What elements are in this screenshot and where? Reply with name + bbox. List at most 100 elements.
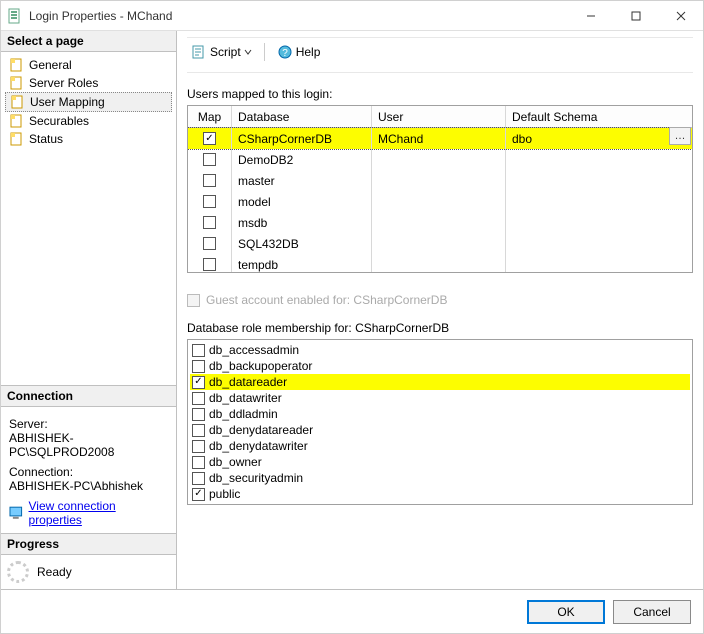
role-row[interactable]: db_accessadmin: [190, 342, 690, 358]
role-checkbox[interactable]: [192, 456, 205, 469]
role-row[interactable]: db_securityadmin: [190, 470, 690, 486]
cancel-button[interactable]: Cancel: [613, 600, 691, 624]
nav-securables[interactable]: Securables: [5, 112, 172, 130]
db-cell: SQL432DB: [232, 233, 372, 254]
role-checkbox[interactable]: [192, 360, 205, 373]
role-checkbox[interactable]: [192, 424, 205, 437]
map-checkbox[interactable]: [203, 153, 216, 166]
main-panel: Script ? Help Users mapped to this login…: [177, 31, 703, 589]
page-icon: [9, 131, 25, 147]
map-checkbox[interactable]: [203, 195, 216, 208]
page-list: General Server Roles User Mapping Secura…: [1, 52, 176, 152]
role-row[interactable]: db_denydatareader: [190, 422, 690, 438]
role-checkbox[interactable]: [192, 488, 205, 501]
role-name: db_accessadmin: [209, 343, 299, 357]
connection-label: Connection:: [9, 465, 168, 479]
dialog-footer: OK Cancel: [1, 589, 703, 633]
schema-cell: [506, 149, 692, 170]
window-title: Login Properties - MChand: [29, 9, 568, 23]
col-database[interactable]: Database: [232, 106, 372, 127]
script-button[interactable]: Script: [187, 42, 256, 62]
role-name: db_backupoperator: [209, 359, 312, 373]
close-button[interactable]: [658, 1, 703, 30]
guest-account-row: Guest account enabled for: CSharpCornerD…: [187, 293, 693, 307]
nav-general[interactable]: General: [5, 56, 172, 74]
login-properties-window: Login Properties - MChand Select a page …: [0, 0, 704, 634]
view-connection-link[interactable]: View connection properties: [29, 499, 168, 527]
mapping-row[interactable]: tempdb: [188, 254, 692, 273]
user-cell: [372, 254, 506, 273]
schema-cell: dbo: [506, 128, 692, 149]
nav-status[interactable]: Status: [5, 130, 172, 148]
role-checkbox[interactable]: [192, 408, 205, 421]
mapping-grid[interactable]: Map Database User Default Schema CSharpC…: [187, 105, 693, 273]
map-checkbox[interactable]: [203, 237, 216, 250]
role-row[interactable]: db_denydatawriter: [190, 438, 690, 454]
db-cell: tempdb: [232, 254, 372, 273]
role-row[interactable]: db_datawriter: [190, 390, 690, 406]
titlebar: Login Properties - MChand: [1, 1, 703, 31]
role-row[interactable]: db_owner: [190, 454, 690, 470]
role-name: db_datareader: [209, 375, 287, 389]
guest-checkbox: [187, 294, 200, 307]
role-row[interactable]: db_backupoperator: [190, 358, 690, 374]
minimize-button[interactable]: [568, 1, 613, 30]
user-cell: [372, 191, 506, 212]
connection-value: ABHISHEK-PC\Abhishek: [9, 479, 168, 493]
role-row[interactable]: public: [190, 486, 690, 502]
col-default-schema[interactable]: Default Schema: [506, 106, 692, 127]
maximize-button[interactable]: [613, 1, 658, 30]
connection-panel: Server: ABHISHEK-PC\SQLPROD2008 Connecti…: [1, 407, 176, 533]
monitor-icon: [9, 505, 25, 521]
role-checkbox[interactable]: [192, 392, 205, 405]
progress-header: Progress: [1, 533, 176, 555]
role-name: db_ddladmin: [209, 407, 278, 421]
mapping-row[interactable]: SQL432DB: [188, 233, 692, 254]
schema-browse-button[interactable]: …: [669, 127, 691, 145]
col-user[interactable]: User: [372, 106, 506, 127]
page-icon: [9, 113, 25, 129]
role-checkbox[interactable]: [192, 440, 205, 453]
user-cell: [372, 170, 506, 191]
user-cell: [372, 212, 506, 233]
db-cell: msdb: [232, 212, 372, 233]
map-checkbox[interactable]: [203, 132, 216, 145]
role-row[interactable]: db_ddladmin: [190, 406, 690, 422]
role-row[interactable]: db_datareader: [190, 374, 690, 390]
nav-user-mapping[interactable]: User Mapping: [5, 92, 172, 112]
user-cell: [372, 149, 506, 170]
page-icon: [9, 75, 25, 91]
map-checkbox[interactable]: [203, 216, 216, 229]
role-name: db_datawriter: [209, 391, 282, 405]
app-icon: [7, 8, 23, 24]
progress-spinner-icon: [7, 561, 29, 583]
ok-button[interactable]: OK: [527, 600, 605, 624]
toolbar: Script ? Help: [187, 37, 693, 73]
page-icon: [10, 94, 26, 110]
map-checkbox[interactable]: [203, 258, 216, 271]
schema-cell: [506, 233, 692, 254]
mapping-row[interactable]: DemoDB2: [188, 149, 692, 170]
page-icon: [9, 57, 25, 73]
role-checkbox[interactable]: [192, 472, 205, 485]
schema-cell: [506, 212, 692, 233]
role-checkbox[interactable]: [192, 376, 205, 389]
server-label: Server:: [9, 417, 168, 431]
db-cell: model: [232, 191, 372, 212]
mapping-row[interactable]: master: [188, 170, 692, 191]
nav-server-roles[interactable]: Server Roles: [5, 74, 172, 92]
map-checkbox[interactable]: [203, 174, 216, 187]
user-cell: MChand: [372, 128, 506, 149]
role-checkbox[interactable]: [192, 344, 205, 357]
db-cell: DemoDB2: [232, 149, 372, 170]
help-button[interactable]: ? Help: [273, 42, 325, 62]
schema-cell: [506, 191, 692, 212]
mapping-row[interactable]: model: [188, 191, 692, 212]
roles-list[interactable]: db_accessadmin db_backupoperator db_datare…: [187, 339, 693, 505]
users-mapped-label: Users mapped to this login:: [187, 87, 693, 101]
server-value: ABHISHEK-PC\SQLPROD2008: [9, 431, 168, 459]
mapping-row[interactable]: CSharpCornerDBMChanddbo: [188, 128, 692, 149]
mapping-row[interactable]: msdb: [188, 212, 692, 233]
roles-label: Database role membership for: CSharpCorn…: [187, 321, 693, 335]
col-map[interactable]: Map: [188, 106, 232, 127]
